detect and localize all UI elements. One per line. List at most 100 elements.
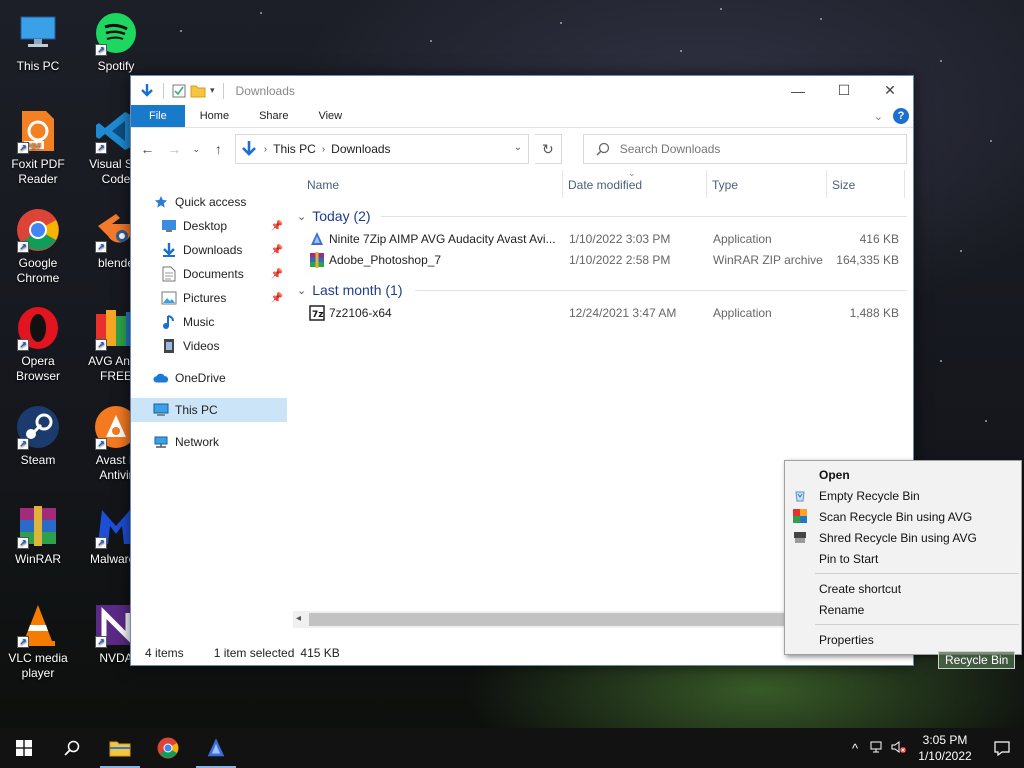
menu-item-create-shortcut[interactable]: Create shortcut	[785, 578, 1021, 599]
column-divider[interactable]	[562, 170, 563, 198]
column-header-name[interactable]: Name	[307, 178, 339, 192]
column-header-type[interactable]: Type	[712, 178, 738, 192]
sort-chevron-icon: ⌄	[628, 168, 636, 178]
nav-item-documents[interactable]: Documents 📌	[131, 262, 287, 286]
file-date: 12/24/2021 3:47 AM	[569, 306, 677, 320]
close-button[interactable]: ✕	[867, 76, 913, 105]
column-header-date[interactable]: Date modified	[568, 178, 642, 192]
nav-item-desktop[interactable]: Desktop 📌	[131, 214, 287, 238]
pin-icon[interactable]: 📌	[271, 221, 283, 232]
up-button[interactable]: ↑	[208, 138, 229, 160]
back-button[interactable]: ←	[137, 138, 158, 160]
nav-item-videos[interactable]: Videos	[131, 334, 287, 358]
menu-item-empty-recycle-bin[interactable]: Empty Recycle Bin	[785, 485, 1021, 506]
new-folder-icon[interactable]	[190, 84, 206, 98]
expand-ribbon-chevron-icon[interactable]: ⌄	[874, 110, 883, 123]
nav-item-this-pc[interactable]: This PC	[131, 398, 287, 422]
nav-item-label: Music	[183, 315, 215, 329]
breadcrumb-chevron-icon[interactable]: ›	[264, 144, 267, 155]
taskbar-chrome[interactable]	[144, 728, 192, 768]
collapse-chevron-icon[interactable]: ⌄	[297, 210, 306, 223]
properties-checkbox-icon[interactable]	[172, 84, 186, 98]
desktop-icon-vlc[interactable]: ↗ VLC media player	[0, 602, 76, 681]
start-button[interactable]	[0, 728, 48, 768]
breadcrumb-this-pc[interactable]: This PC	[273, 142, 316, 156]
file-row-7zip[interactable]: 7z 7z2106-x64 12/24/2021 3:47 AM Applica…	[303, 303, 903, 323]
maximize-button[interactable]: ☐	[821, 76, 867, 105]
show-hidden-icons-chevron-icon[interactable]: ^	[844, 741, 866, 756]
volume-muted-icon[interactable]	[888, 740, 910, 757]
clock[interactable]: 3:05 PM 1/10/2022	[910, 732, 980, 764]
menu-item-label: Create shortcut	[819, 581, 902, 596]
search-box[interactable]	[582, 134, 907, 164]
breadcrumb-chevron-icon[interactable]: ›	[322, 144, 325, 155]
item-count: 4 items	[145, 646, 184, 660]
forward-button[interactable]: →	[164, 138, 185, 160]
nav-item-downloads[interactable]: Downloads 📌	[131, 238, 287, 262]
shortcut-arrow-icon: ↗	[95, 537, 107, 549]
desktop-icon-foxit[interactable]: PDF ↗ Foxit PDF Reader	[0, 108, 76, 187]
recycle-bin-desktop-label[interactable]: Recycle Bin	[938, 651, 1016, 669]
menu-item-scan-avg[interactable]: Scan Recycle Bin using AVG	[785, 506, 1021, 527]
customize-toolbar-dropdown-icon[interactable]: ▾	[210, 85, 215, 96]
tab-share[interactable]: Share	[244, 105, 303, 127]
search-input[interactable]	[619, 142, 900, 156]
collapse-chevron-icon[interactable]: ⌄	[297, 284, 306, 297]
column-divider[interactable]	[826, 170, 827, 198]
column-divider[interactable]	[904, 170, 905, 198]
group-divider	[415, 290, 907, 291]
column-divider[interactable]	[706, 170, 707, 198]
file-row-photoshop[interactable]: Adobe_Photoshop_7 1/10/2022 2:58 PM WinR…	[303, 250, 903, 270]
menu-item-shred-avg[interactable]: Shred Recycle Bin using AVG	[785, 527, 1021, 548]
menu-item-open[interactable]: Open	[785, 464, 1021, 485]
nav-item-onedrive[interactable]: OneDrive	[131, 366, 287, 390]
minimize-button[interactable]: —	[775, 76, 821, 105]
file-size: 1,488 KB	[849, 306, 899, 320]
file-row-ninite[interactable]: Ninite 7Zip AIMP AVG Audacity Avast Avi.…	[303, 229, 903, 249]
column-header-size[interactable]: Size	[832, 178, 855, 192]
menu-item-rename[interactable]: Rename	[785, 599, 1021, 620]
group-header-last-month[interactable]: ⌄ Last month (1)	[297, 280, 907, 300]
search-button[interactable]	[48, 728, 96, 768]
nav-item-music[interactable]: Music	[131, 310, 287, 334]
desktop-icon-chrome[interactable]: ↗ Google Chrome	[0, 207, 76, 286]
group-header-today[interactable]: ⌄ Today (2)	[297, 206, 907, 226]
desktop-icon-opera[interactable]: ↗ Opera Browser	[0, 305, 76, 384]
title-bar[interactable]: ▾ Downloads — ☐ ✕	[131, 76, 913, 105]
pin-icon[interactable]: 📌	[271, 245, 283, 256]
help-icon[interactable]: ?	[893, 108, 909, 124]
breadcrumb-downloads[interactable]: Downloads	[331, 142, 390, 156]
address-history-dropdown-icon[interactable]: ⌄	[514, 142, 522, 153]
tab-view[interactable]: View	[303, 105, 357, 127]
taskbar-ninite[interactable]	[192, 728, 240, 768]
downloads-folder-icon	[163, 243, 175, 257]
download-arrow-icon[interactable]	[139, 83, 155, 99]
desktop-icon-winrar[interactable]: ↗ WinRAR	[0, 503, 76, 567]
network-status-icon[interactable]	[866, 740, 888, 757]
nav-item-network[interactable]: Network	[131, 430, 287, 454]
action-center-button[interactable]	[980, 740, 1024, 756]
scrollbar-thumb[interactable]	[309, 613, 789, 626]
desktop-icon-this-pc[interactable]: This PC	[0, 10, 76, 74]
scroll-left-arrow-icon[interactable]: ◂	[296, 613, 301, 624]
desktop-icon-spotify[interactable]: ↗ Spotify	[78, 10, 154, 74]
refresh-button[interactable]: ↻	[535, 134, 562, 164]
recycle-bin-context-menu[interactable]: Open Empty Recycle Bin Scan Recycle Bin …	[784, 460, 1022, 655]
address-bar[interactable]: › This PC › Downloads ⌄	[234, 134, 530, 164]
nav-item-label: This PC	[175, 403, 218, 417]
desktop-icon-label: This PC	[16, 59, 60, 73]
nav-item-pictures[interactable]: Pictures 📌	[131, 286, 287, 310]
tab-home[interactable]: Home	[185, 105, 244, 127]
pin-icon[interactable]: 📌	[271, 269, 283, 280]
taskbar-file-explorer[interactable]	[96, 728, 144, 768]
nav-item-quick-access[interactable]: Quick access	[131, 190, 287, 214]
menu-item-pin-to-start[interactable]: Pin to Start	[785, 548, 1021, 569]
tab-file[interactable]: File	[131, 105, 185, 127]
file-type: WinRAR ZIP archive	[713, 253, 823, 267]
desktop-icon-steam[interactable]: ↗ Steam	[0, 404, 76, 468]
taskbar: ^ 3:05 PM 1/10/2022	[0, 728, 1024, 768]
navigation-pane[interactable]: Quick access Desktop 📌 Downloads 📌 Docum…	[131, 170, 287, 628]
recent-locations-chevron-icon[interactable]: ⌄	[191, 138, 202, 160]
pin-icon[interactable]: 📌	[271, 293, 283, 304]
menu-item-properties[interactable]: Properties	[785, 629, 1021, 650]
